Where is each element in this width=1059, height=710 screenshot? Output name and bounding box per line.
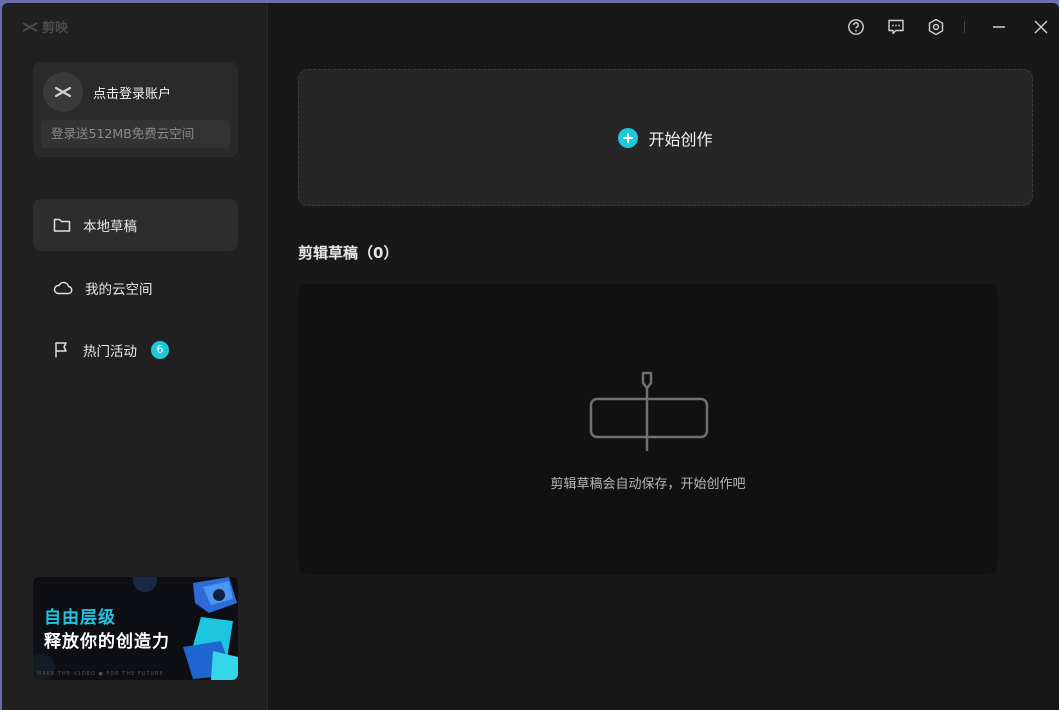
app-logo-text: 剪映 (42, 21, 69, 36)
sidebar-item-label: 我的云空间 (85, 282, 153, 298)
empty-drafts-icon (589, 371, 709, 451)
sidebar: 剪映 点击登录账户 登录送512MB免费云空间 本地草稿 我的云空间 热门活动 … (2, 3, 268, 710)
cloud-icon (53, 281, 73, 295)
sidebar-item-label: 本地草稿 (83, 219, 137, 235)
settings-button[interactable] (924, 15, 948, 39)
account-card[interactable]: 点击登录账户 登录送512MB免费云空间 (33, 62, 238, 157)
sidebar-item-label: 热门活动 (83, 344, 137, 360)
avatar[interactable] (43, 72, 83, 112)
drafts-section-title: 剪辑草稿（0） (298, 244, 399, 262)
plus-icon (618, 127, 639, 148)
toolbar-divider (964, 21, 965, 33)
empty-drafts-message: 剪辑草稿会自动保存，开始创作吧 (550, 477, 746, 492)
notification-badge: 6 (151, 341, 169, 359)
banner-subheadline: 释放你的创造力 (44, 632, 170, 652)
minimize-button[interactable] (987, 15, 1011, 39)
feedback-button[interactable] (884, 15, 908, 39)
help-icon (848, 19, 864, 35)
close-icon (1034, 20, 1048, 34)
app-logo: 剪映 (22, 17, 68, 36)
banner-footer: MAKE THE V1DEO ● FOR THE FUTURE (37, 671, 164, 677)
capcut-logo-icon (22, 21, 38, 32)
login-link[interactable]: 点击登录账户 (93, 83, 171, 102)
flag-icon (55, 342, 67, 358)
feedback-icon (888, 19, 904, 35)
avatar-logo-icon (54, 86, 72, 98)
sidebar-item-local-drafts[interactable]: 本地草稿 (33, 199, 238, 251)
drafts-panel: 剪辑草稿会自动保存，开始创作吧 (298, 284, 998, 574)
settings-icon (928, 18, 944, 36)
start-creation-button[interactable]: 开始创作 (298, 69, 1033, 206)
help-button[interactable] (844, 15, 868, 39)
promo-banner[interactable]: 自由层级 释放你的创造力 MAKE THE V1DEO ● FOR THE FU… (33, 577, 238, 680)
app-window: 剪映 点击登录账户 登录送512MB免费云空间 本地草稿 我的云空间 热门活动 … (2, 3, 1059, 710)
sidebar-item-hot-events[interactable]: 热门活动 6 (33, 324, 238, 376)
banner-headline: 自由层级 (44, 608, 116, 628)
title-bar-controls (844, 15, 1059, 39)
folder-icon (53, 218, 71, 232)
cloud-promo-text[interactable]: 登录送512MB免费云空间 (41, 120, 230, 148)
start-creation-label: 开始创作 (648, 129, 713, 149)
close-button[interactable] (1029, 15, 1053, 39)
minimize-icon (993, 26, 1005, 28)
sidebar-item-cloud-space[interactable]: 我的云空间 (33, 262, 238, 314)
